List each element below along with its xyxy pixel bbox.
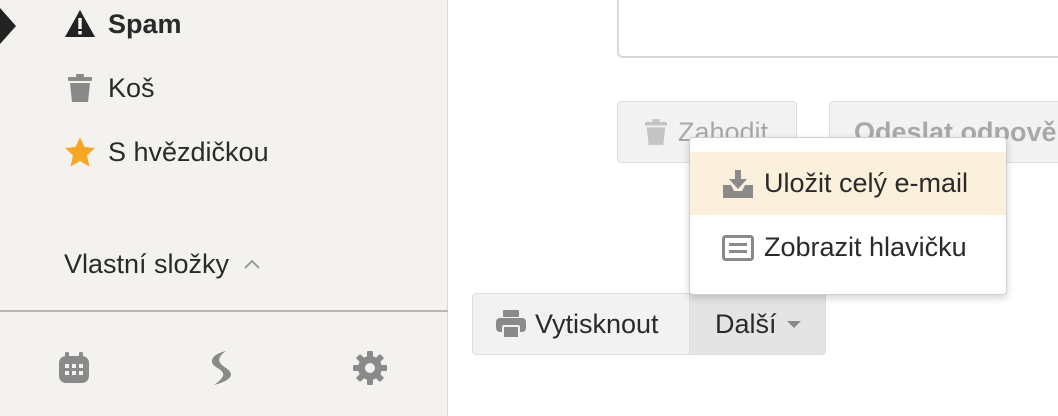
custom-folders-toggle[interactable]: Vlastní složky — [64, 244, 261, 284]
print-label: Vytisknout — [535, 308, 659, 339]
gear-icon[interactable] — [350, 348, 390, 388]
download-tray-icon — [722, 169, 756, 199]
print-button[interactable]: Vytisknout — [472, 293, 690, 355]
trash-icon — [644, 117, 668, 147]
sidebar: Spam Koš S hvězdičkou Vlastní složky — [0, 0, 448, 416]
printer-icon — [495, 309, 527, 339]
warning-icon — [64, 8, 96, 40]
sidebar-divider — [0, 310, 448, 312]
star-icon — [64, 136, 96, 168]
more-label: Další — [715, 308, 777, 339]
caret-down-icon — [786, 320, 801, 328]
more-dropdown-menu: Uložit celý e-mail Zobrazit hlavičku — [689, 137, 1007, 295]
sidebar-item-label: Spam — [108, 8, 182, 39]
sidebar-item-label: Koš — [108, 72, 155, 103]
menu-item-label: Zobrazit hlavičku — [764, 232, 967, 262]
chevron-up-icon — [243, 258, 261, 270]
trash-icon — [64, 72, 96, 104]
active-folder-marker — [0, 8, 16, 44]
menu-item-label: Uložit celý e-mail — [764, 168, 969, 198]
reply-textarea[interactable] — [617, 0, 1058, 58]
sidebar-item-trash[interactable]: Koš — [64, 68, 155, 108]
sidebar-item-starred[interactable]: S hvězdičkou — [64, 132, 269, 172]
sidebar-item-spam[interactable]: Spam — [64, 4, 182, 44]
menu-item-save-email[interactable]: Uložit celý e-mail — [690, 152, 1006, 215]
s-logo-icon[interactable] — [202, 348, 242, 388]
menu-item-show-header[interactable]: Zobrazit hlavičku — [690, 216, 1006, 279]
sidebar-item-label: S hvězdičkou — [108, 136, 269, 167]
more-button[interactable]: Další — [689, 293, 826, 355]
calendar-icon[interactable] — [54, 348, 94, 388]
custom-folders-label: Vlastní složky — [64, 248, 230, 279]
header-doc-icon — [722, 234, 756, 261]
